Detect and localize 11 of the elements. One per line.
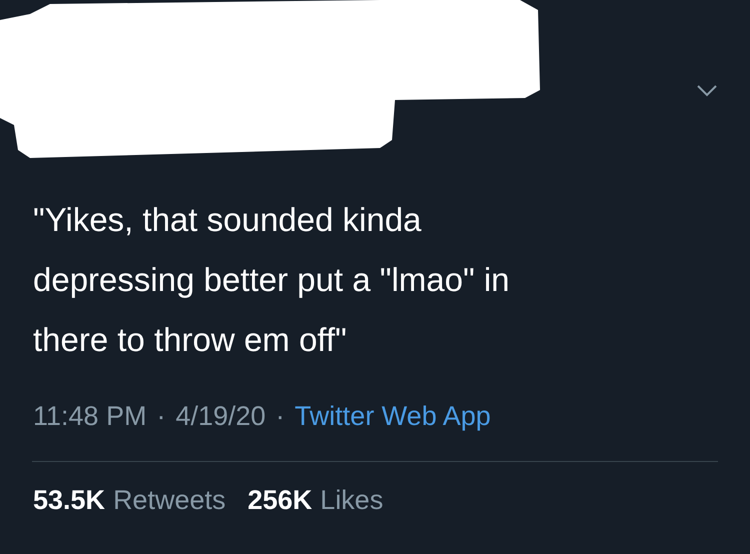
separator-dot: · bbox=[276, 400, 285, 433]
chevron-down-icon[interactable] bbox=[696, 84, 718, 98]
stat-count: 256K bbox=[248, 484, 312, 514]
stat-label[interactable]: Likes bbox=[320, 484, 384, 514]
stat-label[interactable]: Retweets bbox=[113, 484, 226, 514]
tweet-text: "Yikes, that sounded kinda depressing better put a "lmao" in there to throw em off" bbox=[33, 200, 511, 360]
tweet-date: 4/19/20 bbox=[176, 400, 266, 433]
stat-count: 53.5K bbox=[33, 484, 106, 514]
separator-dot: · bbox=[156, 400, 166, 433]
tweet-time: 11:48 PM bbox=[33, 400, 147, 433]
source-link[interactable]: Twitter Web App bbox=[294, 396, 491, 436]
